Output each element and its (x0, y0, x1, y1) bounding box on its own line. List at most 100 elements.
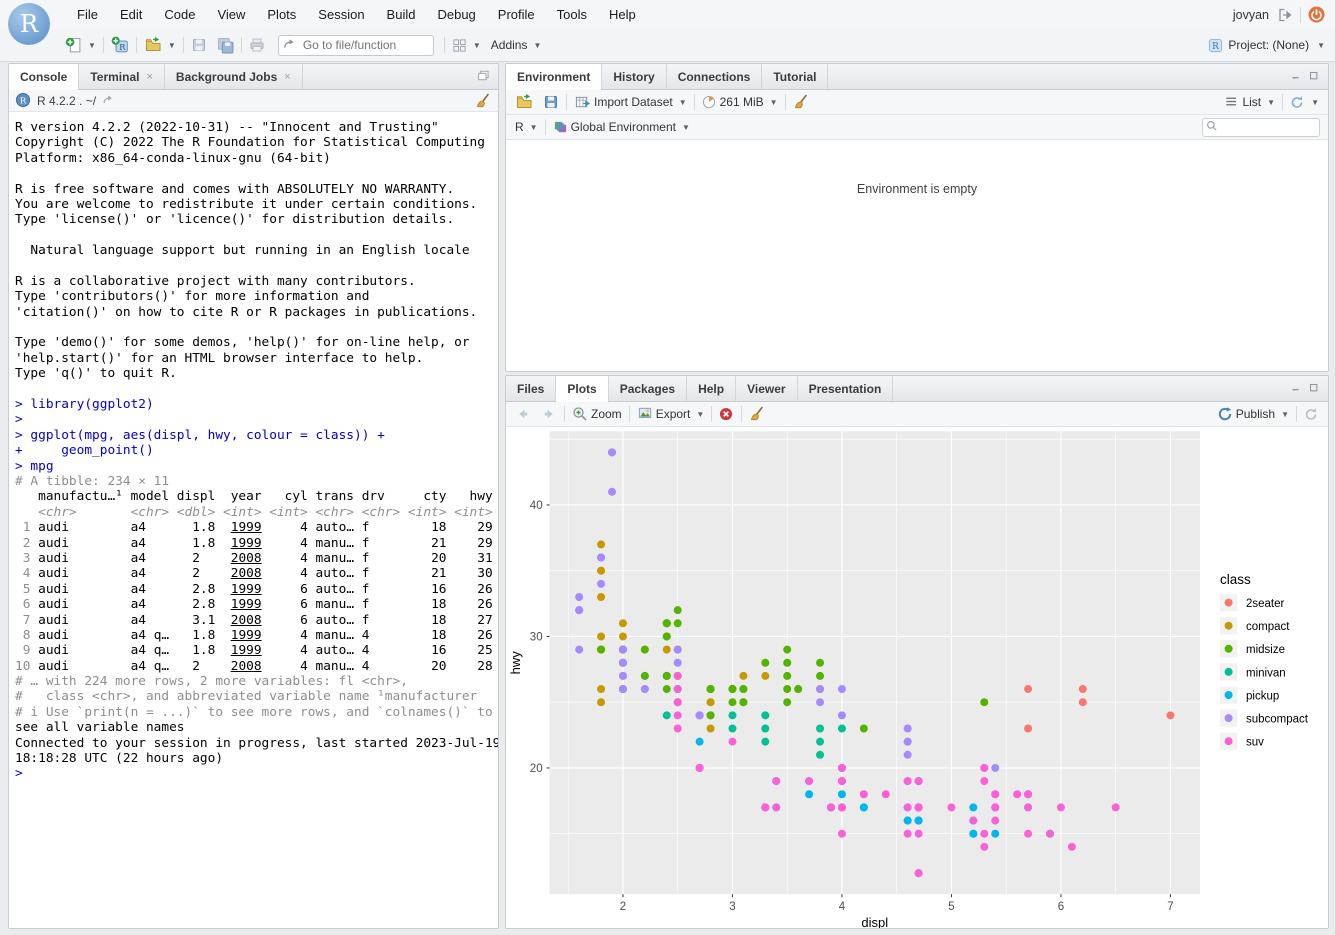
pane-layout-icon[interactable] (477, 70, 491, 83)
language-selector[interactable]: R▼ (512, 119, 541, 135)
console-line: Type 'license()' or 'licence()' for dist… (15, 212, 498, 227)
tab-connections[interactable]: Connections (667, 64, 763, 89)
save-button[interactable] (188, 36, 210, 54)
svg-text:2seater: 2seater (1246, 598, 1285, 610)
tab-files[interactable]: Files (506, 376, 556, 401)
import-dataset-label: Import Dataset (594, 95, 673, 109)
console-line: Type 'contributors()' for more informati… (15, 289, 498, 304)
memory-pie-icon (702, 95, 717, 110)
console-line: 'help.start()' for an HTML browser inter… (15, 351, 498, 366)
r-version-label: R 4.2.2 . ~/ (37, 94, 96, 108)
zoom-plot-button[interactable]: Zoom (569, 405, 625, 423)
tab-terminal[interactable]: Terminal× (79, 64, 165, 89)
tab-presentation[interactable]: Presentation (798, 376, 894, 401)
new-file-button[interactable]: ▼ (62, 36, 99, 55)
list-view-label: List (1242, 95, 1261, 109)
chevron-down-icon: ▼ (1281, 410, 1289, 419)
menu-edit[interactable]: Edit (109, 0, 153, 29)
close-icon[interactable]: × (146, 71, 152, 83)
console-line: 'citation()' on how to cite R or R packa… (15, 305, 498, 320)
svg-text:suv: suv (1246, 737, 1264, 749)
console-line (15, 166, 498, 181)
tab-plots[interactable]: Plots (556, 376, 608, 401)
addins-button[interactable]: Addins▼ (488, 37, 545, 53)
publish-button[interactable]: Publish▼ (1214, 405, 1292, 423)
refresh-icon (1304, 407, 1319, 422)
workspace-panes-button[interactable]: ▼ (449, 37, 484, 54)
close-icon[interactable]: × (284, 71, 290, 83)
maximize-icon[interactable] (1309, 383, 1321, 395)
next-plot-button[interactable] (538, 406, 560, 423)
open-file-button[interactable]: ▼ (141, 36, 179, 54)
clear-plots-button[interactable] (746, 405, 768, 423)
tab-history[interactable]: History (602, 64, 666, 89)
broom-icon (793, 94, 809, 110)
clear-console-icon[interactable] (475, 93, 491, 109)
divider (1300, 7, 1301, 23)
console-line: 2 audi a4 1.8 1999 4 manu… f 21 29 (15, 536, 498, 551)
ggplot-scatter: 234567203040displhwyclass2seatercompactm… (506, 427, 1328, 929)
minimize-icon[interactable] (1291, 383, 1303, 395)
refresh-plot-button[interactable] (1301, 406, 1322, 423)
memory-usage-button[interactable]: 261 MiB▼ (699, 94, 781, 111)
tab-packages[interactable]: Packages (609, 376, 687, 401)
previous-plot-button[interactable] (512, 406, 534, 423)
power-icon[interactable] (1308, 6, 1325, 23)
menu-file[interactable]: File (66, 0, 109, 29)
console-line: R is a collaborative project with many c… (15, 274, 498, 289)
list-view-button[interactable]: List ▼ (1222, 94, 1278, 110)
environment-toolbar: Import Dataset ▼ 261 MiB▼ List ▼ ▼ (506, 90, 1328, 115)
tab-environment[interactable]: Environment (506, 64, 602, 89)
minimize-icon[interactable] (1291, 71, 1303, 83)
maximize-icon[interactable] (1309, 71, 1321, 83)
console-line: R version 4.2.2 (2022-10-31) -- "Innocen… (15, 120, 498, 135)
refresh-environment-button[interactable]: ▼ (1287, 94, 1322, 111)
new-project-button[interactable]: R (108, 35, 132, 55)
tab-background-jobs[interactable]: Background Jobs× (165, 64, 303, 89)
menu-view[interactable]: View (206, 0, 256, 29)
load-workspace-button[interactable] (512, 93, 536, 111)
goto-file-input[interactable] (278, 35, 434, 56)
environment-search-input[interactable] (1202, 118, 1320, 137)
console-line: + geom_point() (15, 443, 498, 458)
environment-selector[interactable]: Global Environment▼ (550, 119, 693, 136)
menu-build[interactable]: Build (376, 0, 427, 29)
chevron-down-icon: ▼ (1267, 98, 1275, 107)
save-all-button[interactable] (214, 36, 237, 55)
console-line: 9 audi a4 q… 1.8 1999 4 auto… 4 16 25 (15, 643, 498, 658)
sign-out-icon[interactable] (1276, 7, 1293, 23)
save-workspace-button[interactable] (540, 93, 562, 111)
chevron-down-icon: ▼ (696, 410, 704, 419)
svg-text:R: R (119, 42, 126, 52)
tab-viewer[interactable]: Viewer (736, 376, 797, 401)
menu-debug[interactable]: Debug (426, 0, 486, 29)
menu-items: FileEditCodeViewPlotsSessionBuildDebugPr… (66, 0, 647, 29)
tab-tutorial[interactable]: Tutorial (762, 64, 828, 89)
remove-plot-button[interactable] (716, 406, 737, 423)
menu-profile[interactable]: Profile (487, 0, 546, 29)
menu-code[interactable]: Code (153, 0, 206, 29)
svg-text:7: 7 (1167, 901, 1173, 913)
tab-console[interactable]: Console (9, 64, 79, 89)
addins-label: Addins (491, 38, 528, 52)
menu-tools[interactable]: Tools (546, 0, 598, 29)
svg-text:compact: compact (1246, 621, 1290, 633)
tab-help[interactable]: Help (687, 376, 736, 401)
menu-help[interactable]: Help (598, 0, 647, 29)
svg-text:minivan: minivan (1246, 667, 1286, 679)
export-plot-button[interactable]: Export▼ (634, 406, 708, 422)
console-line: Natural language support but running in … (15, 243, 498, 258)
menu-plots[interactable]: Plots (256, 0, 307, 29)
menu-session[interactable]: Session (307, 0, 375, 29)
import-dataset-button[interactable]: Import Dataset ▼ (571, 94, 690, 111)
chevron-down-icon: ▼ (679, 98, 687, 107)
console-tabstrip: ConsoleTerminal×Background Jobs× (9, 64, 498, 90)
clear-environment-button[interactable] (790, 93, 812, 111)
divider (711, 406, 712, 422)
share-arrow-icon[interactable] (102, 94, 116, 107)
svg-text:4: 4 (839, 901, 846, 913)
project-selector[interactable]: R Project: (None) ▼ (1208, 38, 1335, 53)
svg-text:subcompact: subcompact (1246, 714, 1309, 726)
print-button[interactable] (246, 36, 268, 54)
console-output[interactable]: R version 4.2.2 (2022-10-31) -- "Innocen… (9, 112, 498, 782)
